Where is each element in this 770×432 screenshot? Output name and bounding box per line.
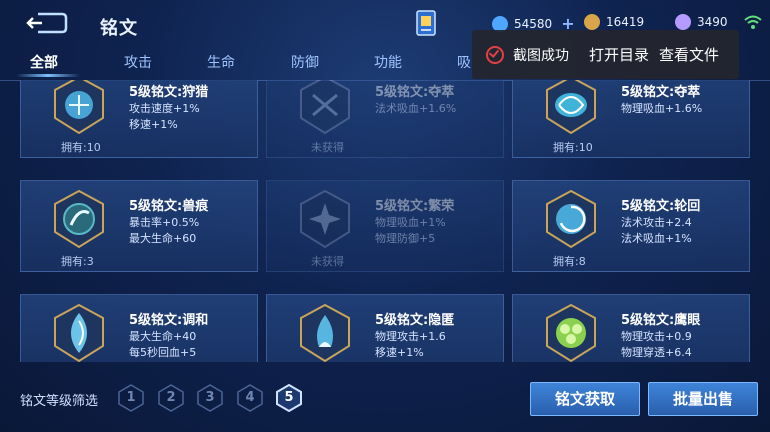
view-file-button[interactable]: 查看文件 bbox=[659, 44, 719, 65]
level-filter-2[interactable]: 2 bbox=[158, 384, 184, 412]
tab-utility[interactable]: 功能 bbox=[374, 52, 402, 72]
wifi-icon bbox=[744, 15, 762, 29]
inscription-stat: 最大生命+40 bbox=[129, 330, 197, 343]
inscription-name: 5级铭文:夺萃 bbox=[375, 85, 455, 100]
success-check-icon bbox=[486, 45, 504, 64]
level-filter-1[interactable]: 1 bbox=[118, 384, 144, 412]
screenshot-toast: 截图成功 打开目录 查看文件 bbox=[472, 30, 739, 79]
toast-status-text: 截图成功 bbox=[513, 47, 569, 64]
inscription-stat: 物理攻击+1.6 bbox=[375, 330, 446, 343]
level-filter-5[interactable]: 5 bbox=[276, 383, 302, 413]
tab-health[interactable]: 生命 bbox=[207, 52, 235, 72]
inscription-stat: 法术吸血+1.6% bbox=[375, 102, 457, 115]
owned-count: 拥有:8 bbox=[553, 255, 586, 268]
inscription-stat: 物理穿透+6.4 bbox=[621, 346, 692, 359]
inscription-name: 5级铭文:隐匿 bbox=[375, 313, 455, 328]
inscription-emblem-icon bbox=[300, 189, 350, 249]
inscription-name: 5级铭文:兽痕 bbox=[129, 199, 209, 214]
level-number: 4 bbox=[245, 390, 255, 405]
inscription-stat: 物理防御+5 bbox=[375, 232, 436, 245]
inscription-stat: 物理吸血+1.6% bbox=[621, 102, 703, 115]
diamond-amount: 54580 bbox=[514, 16, 553, 31]
acquire-inscription-button[interactable]: 铭文获取 bbox=[530, 382, 640, 416]
inscription-name: 5级铭文:繁荣 bbox=[375, 199, 455, 214]
inscription-stat: 移速+1% bbox=[129, 118, 178, 131]
inscription-emblem-icon bbox=[300, 303, 350, 362]
owned-count: 拥有:10 bbox=[61, 141, 101, 154]
inscription-emblem-icon bbox=[546, 303, 596, 362]
inscription-card[interactable]: 5级铭文:调和 最大生命+40 每5秒回血+5 bbox=[20, 294, 258, 362]
inscription-card[interactable]: 5级铭文:繁荣 物理吸血+1% 物理防御+5 未获得 bbox=[266, 180, 504, 272]
inscription-bag-icon[interactable] bbox=[414, 8, 438, 38]
back-arrow-icon[interactable] bbox=[24, 10, 68, 36]
inscription-card[interactable]: 5级铭文:鹰眼 物理攻击+0.9 物理穿透+6.4 bbox=[512, 294, 750, 362]
inscription-stat: 攻击速度+1% bbox=[129, 102, 200, 115]
inscription-card[interactable]: 5级铭文:狩猎 攻击速度+1% 移速+1% 拥有:10 bbox=[20, 80, 258, 158]
inscription-card[interactable]: 5级铭文:隐匿 物理攻击+1.6 移速+1% bbox=[266, 294, 504, 362]
inscription-stat: 法术吸血+1% bbox=[621, 232, 692, 245]
level-number: 3 bbox=[205, 390, 215, 405]
owned-count: 拥有:10 bbox=[553, 141, 593, 154]
level-number: 5 bbox=[284, 390, 294, 405]
inscription-stat: 暴击率+0.5% bbox=[129, 216, 200, 229]
inscription-emblem-icon bbox=[54, 303, 104, 362]
inscription-name: 5级铭文:鹰眼 bbox=[621, 313, 701, 328]
gold-amount: 16419 bbox=[606, 15, 645, 29]
inscription-card[interactable]: 5级铭文:兽痕 暴击率+0.5% 最大生命+60 拥有:3 bbox=[20, 180, 258, 272]
level-number: 1 bbox=[126, 390, 136, 405]
gold-currency: 16419 bbox=[584, 14, 644, 30]
inscription-card[interactable]: 5级铭文:夺萃 物理吸血+1.6% 拥有:10 bbox=[512, 80, 750, 158]
crystal-currency: 3490 bbox=[675, 14, 728, 30]
tab-defense[interactable]: 防御 bbox=[291, 52, 319, 72]
gold-coin-icon bbox=[584, 14, 600, 30]
inscription-stat: 物理攻击+0.9 bbox=[621, 330, 692, 343]
inscription-emblem-icon bbox=[546, 80, 596, 135]
open-directory-button[interactable]: 打开目录 bbox=[589, 44, 649, 65]
inscription-stat: 物理吸血+1% bbox=[375, 216, 446, 229]
level-filter-label: 铭文等级筛选 bbox=[20, 394, 99, 409]
tab-attack[interactable]: 攻击 bbox=[124, 52, 152, 72]
inscription-emblem-icon bbox=[54, 80, 104, 135]
inscription-emblem-icon bbox=[54, 189, 104, 249]
inscription-stat: 移速+1% bbox=[375, 346, 424, 359]
owned-count: 未获得 bbox=[311, 255, 344, 268]
inscription-stat: 法术攻击+2.4 bbox=[621, 216, 692, 229]
tab-all[interactable]: 全部 bbox=[30, 52, 58, 72]
active-tab-indicator bbox=[16, 74, 80, 77]
inscription-stat: 每5秒回血+5 bbox=[129, 346, 197, 359]
page-title: 铭文 bbox=[100, 18, 138, 39]
inscription-emblem-icon bbox=[546, 189, 596, 249]
crystal-icon bbox=[675, 14, 691, 30]
inscription-name: 5级铭文:狩猎 bbox=[129, 85, 209, 100]
inscription-stat: 最大生命+60 bbox=[129, 232, 197, 245]
crystal-amount: 3490 bbox=[697, 15, 728, 29]
tab-lifesteal[interactable]: 吸 bbox=[457, 52, 471, 72]
inscription-name: 5级铭文:调和 bbox=[129, 313, 209, 328]
level-filter-3[interactable]: 3 bbox=[197, 384, 223, 412]
level-filter-4[interactable]: 4 bbox=[237, 384, 263, 412]
bulk-sell-button[interactable]: 批量出售 bbox=[648, 382, 758, 416]
inscription-card[interactable]: 5级铭文:轮回 法术攻击+2.4 法术吸血+1% 拥有:8 bbox=[512, 180, 750, 272]
inscription-card[interactable]: 5级铭文:夺萃 法术吸血+1.6% 未获得 bbox=[266, 80, 504, 158]
owned-count: 拥有:3 bbox=[61, 255, 94, 268]
inscription-name: 5级铭文:夺萃 bbox=[621, 85, 701, 100]
inscription-name: 5级铭文:轮回 bbox=[621, 199, 701, 214]
level-number: 2 bbox=[166, 390, 176, 405]
owned-count: 未获得 bbox=[311, 141, 344, 154]
inscription-grid[interactable]: 5级铭文:狩猎 攻击速度+1% 移速+1% 拥有:10 5级铭文:夺萃 法术吸血… bbox=[20, 80, 750, 362]
inscription-emblem-icon bbox=[300, 80, 350, 135]
